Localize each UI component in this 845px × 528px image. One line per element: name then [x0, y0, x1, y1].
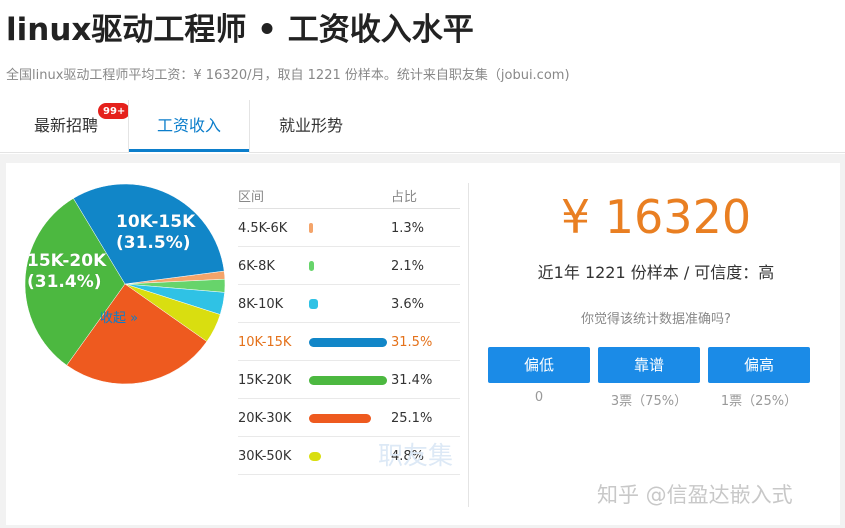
row-percentage: 31.5%: [391, 335, 433, 350]
table-row: 10K-15K 31.5%: [238, 323, 460, 361]
tab-bar: 最新招聘 99+ 工资收入 就业形势: [0, 100, 845, 153]
table-row: 8K-10K 3.6%: [238, 285, 460, 323]
header-percentage: 占比: [391, 190, 418, 205]
pie-label-line: 15K-20K: [27, 251, 107, 271]
average-salary: ¥ 16320: [560, 190, 752, 244]
salary-distribution-table: 区间 占比 4.5K-6K 1.3% 6K-8K 2.1% 8K-10K 3.6% 10K-…: [238, 180, 460, 475]
vote-reliable-count: 3票（75%）: [610, 394, 688, 409]
table-header: 区间 占比: [238, 180, 460, 209]
row-percentage: 2.1%: [391, 259, 425, 274]
page-subtitle: 全国linux驱动工程师平均工资：¥ 16320/月，取自 1221 份样本。统…: [6, 68, 570, 83]
row-bar: [309, 376, 387, 385]
vertical-divider: [468, 183, 469, 507]
vote-high-count: 1票（25%）: [720, 394, 798, 409]
row-range: 30K-50K: [238, 449, 292, 464]
page-title: linux驱动工程师 • 工资收入水平: [6, 12, 474, 48]
tab-salary[interactable]: 工资收入: [128, 100, 250, 153]
zhihu-watermark: 知乎 @信盈达嵌入式: [597, 483, 793, 507]
notification-badge: 99+: [97, 102, 132, 120]
row-range: 8K-10K: [238, 297, 284, 312]
collapse-link[interactable]: 收起 »: [100, 307, 138, 326]
pie-label-line: (31.5%): [116, 233, 191, 253]
table-row: 15K-20K 31.4%: [238, 361, 460, 399]
tab-employment-trend[interactable]: 就业形势: [252, 100, 370, 152]
vote-reliable-button[interactable]: 靠谱: [598, 347, 700, 383]
row-range: 6K-8K: [238, 259, 275, 274]
vote-low-count: 0: [534, 390, 544, 405]
vote-high-button[interactable]: 偏高: [708, 347, 810, 383]
row-range: 15K-20K: [238, 373, 292, 388]
pie-label-line: (31.4%): [27, 272, 102, 292]
row-bar: [309, 414, 372, 423]
table-row: 20K-30K 25.1%: [238, 399, 460, 437]
row-bar: [309, 223, 313, 233]
row-percentage: 25.1%: [391, 411, 433, 426]
jobui-watermark: 职友集: [378, 441, 454, 470]
vote-low-button[interactable]: 偏低: [488, 347, 590, 383]
header-range: 区间: [238, 190, 265, 205]
sample-info: 近1年 1221 份样本 / 可信度：高: [537, 263, 775, 282]
row-range: 4.5K-6K: [238, 221, 288, 236]
row-bar: [309, 299, 318, 309]
row-percentage: 3.6%: [391, 297, 425, 312]
row-range: 20K-30K: [238, 411, 292, 426]
accuracy-question: 你觉得该统计数据准确吗?: [581, 312, 731, 327]
table-row: 4.5K-6K 1.3%: [238, 209, 460, 247]
pie-label-10k-15k: 10K-15K (31.5%): [116, 212, 195, 254]
row-range: 10K-15K: [238, 335, 292, 350]
pie-label-15k-20k: 15K-20K (31.4%): [27, 251, 106, 293]
row-bar: [309, 338, 387, 347]
pie-label-line: 10K-15K: [116, 212, 196, 232]
row-percentage: 31.4%: [391, 373, 433, 388]
row-bar: [309, 261, 315, 271]
row-bar: [309, 452, 321, 461]
table-row: 6K-8K 2.1%: [238, 247, 460, 285]
row-percentage: 1.3%: [391, 221, 425, 236]
